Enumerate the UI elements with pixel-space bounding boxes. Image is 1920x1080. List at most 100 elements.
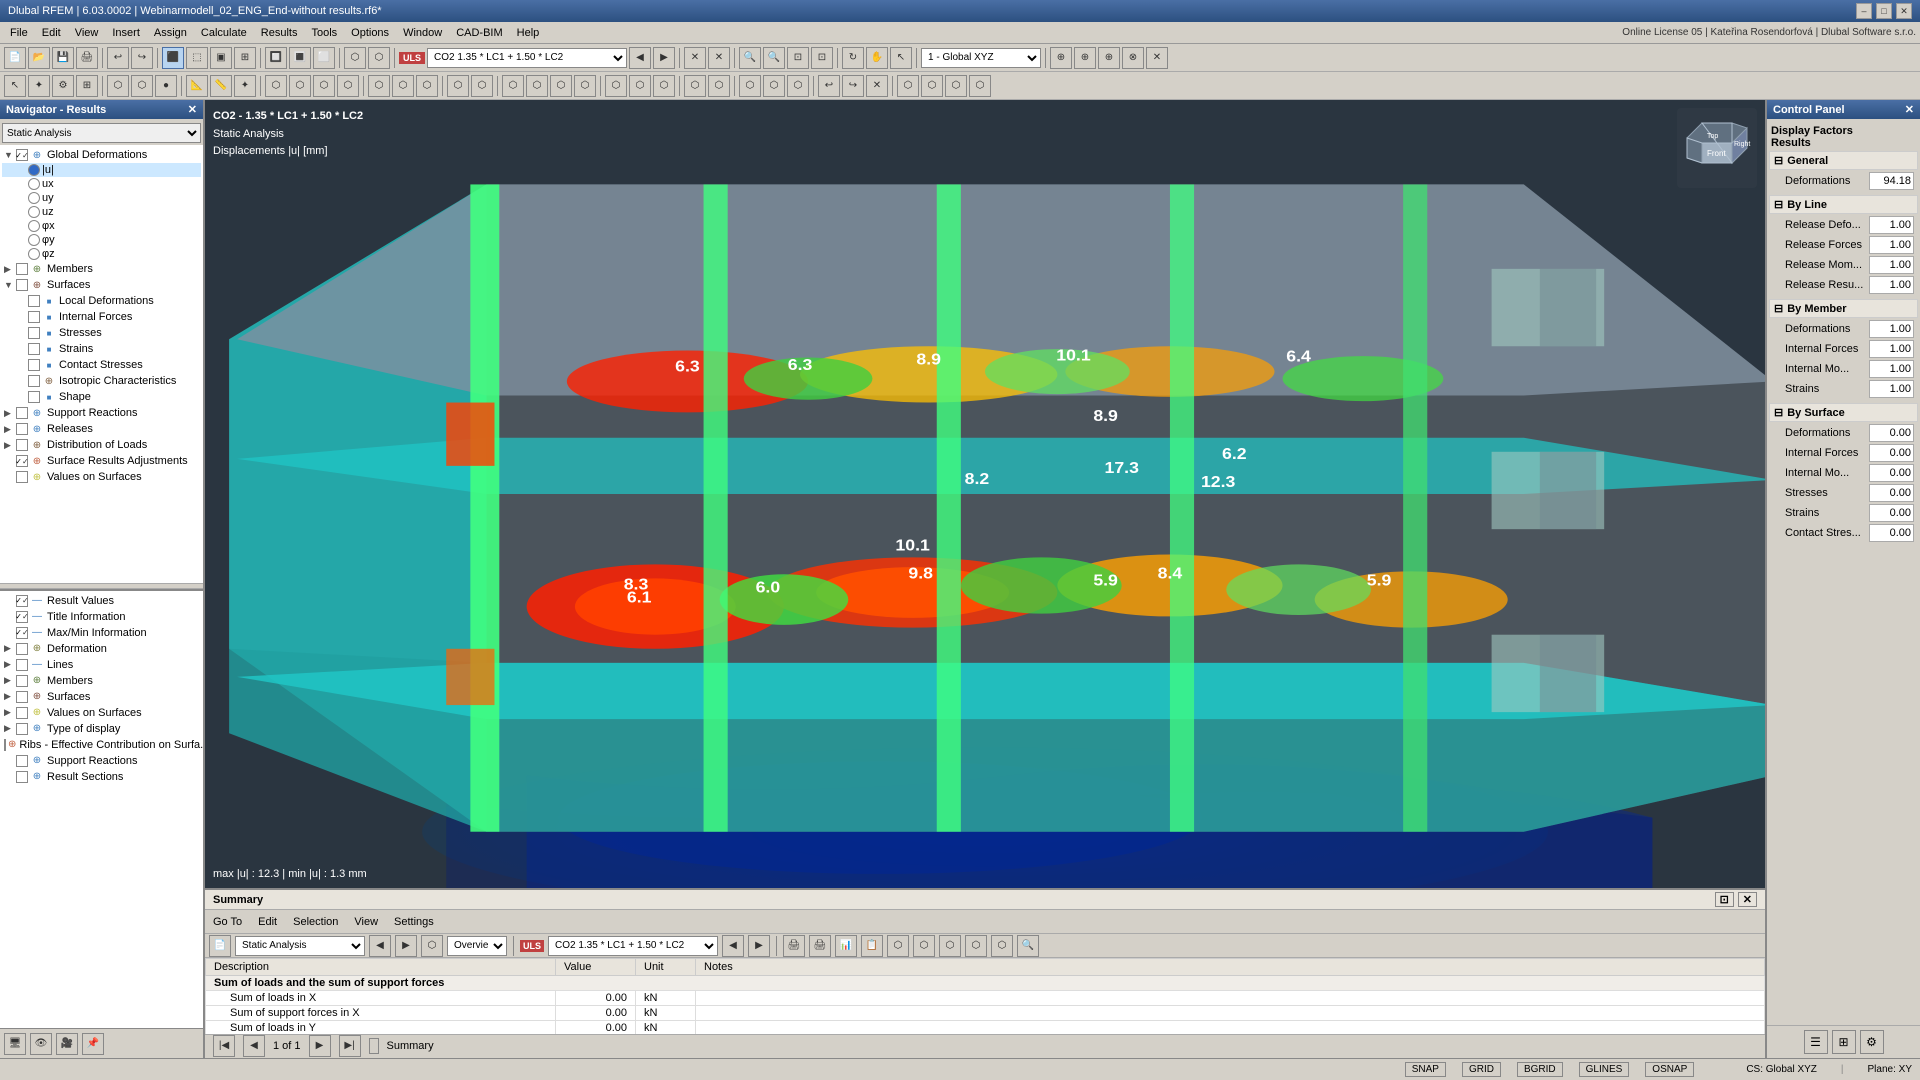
- navigator-close[interactable]: ✕: [188, 103, 197, 116]
- cp-member-strains-input[interactable]: [1869, 380, 1914, 398]
- tree-internal-forces[interactable]: Internal Forces: [2, 309, 201, 325]
- tb-zoom-fit[interactable]: ⊡: [787, 47, 809, 69]
- cb-members[interactable]: [16, 263, 28, 275]
- sum-next-btn[interactable]: ▶: [395, 935, 417, 957]
- tb-extra4[interactable]: ⊗: [1122, 47, 1144, 69]
- tb-view2[interactable]: ⬚: [186, 47, 208, 69]
- sum-analysis-combo[interactable]: Static Analysis: [235, 936, 365, 956]
- tb2-17[interactable]: ⬡: [416, 75, 438, 97]
- tree-uz[interactable]: uz: [2, 205, 201, 219]
- tb2-12[interactable]: ⬡: [289, 75, 311, 97]
- sum-lc-combo[interactable]: CO2 1.35 * LC1 + 1.50 * LC2: [548, 936, 718, 956]
- tb2-32[interactable]: ↩: [818, 75, 840, 97]
- cp-surf-contact-input[interactable]: [1869, 524, 1914, 542]
- osnap-btn[interactable]: OSNAP: [1645, 1062, 1694, 1077]
- footer-first[interactable]: |◀: [213, 1035, 235, 1057]
- tb-extra1[interactable]: ⊕: [1050, 47, 1072, 69]
- tb2-9[interactable]: 📏: [210, 75, 232, 97]
- tree-uy[interactable]: uy: [2, 191, 201, 205]
- cp-release-defo-input[interactable]: [1869, 216, 1914, 234]
- cb-result-values[interactable]: ✓: [16, 595, 28, 607]
- tree-title-info[interactable]: ✓ — Title Information: [2, 609, 201, 625]
- tb2-18[interactable]: ⬡: [447, 75, 469, 97]
- cb-deformation[interactable]: [16, 643, 28, 655]
- tb2-29[interactable]: ⬡: [739, 75, 761, 97]
- tb-select[interactable]: ↖: [890, 47, 912, 69]
- tree-phiz[interactable]: φz: [2, 247, 201, 261]
- cp-release-resu-input[interactable]: [1869, 276, 1914, 294]
- cp-surf-defo-input[interactable]: [1869, 424, 1914, 442]
- titlebar-controls[interactable]: – □ ✕: [1856, 3, 1912, 19]
- cb-lines[interactable]: [16, 659, 28, 671]
- tree-values-surfaces[interactable]: ⊕ Values on Surfaces: [2, 469, 201, 485]
- tb2-22[interactable]: ⬡: [550, 75, 572, 97]
- footer-prev[interactable]: ◀: [243, 1035, 265, 1057]
- close-button[interactable]: ✕: [1896, 3, 1912, 19]
- cb-surfaces[interactable]: [16, 279, 28, 291]
- cb-ribs[interactable]: [4, 739, 6, 751]
- cb-surface-results[interactable]: ✓: [16, 455, 28, 467]
- cb-releases[interactable]: [16, 423, 28, 435]
- tb2-33[interactable]: ↪: [842, 75, 864, 97]
- tree-shape[interactable]: Shape: [2, 389, 201, 405]
- cb-local-def[interactable]: [28, 295, 40, 307]
- menu-assign[interactable]: Assign: [148, 25, 193, 41]
- tb2-11[interactable]: ⬡: [265, 75, 287, 97]
- tb2-37[interactable]: ⬡: [945, 75, 967, 97]
- cp-release-forces-input[interactable]: [1869, 236, 1914, 254]
- footer-next[interactable]: ▶: [309, 1035, 331, 1057]
- cp-release-mom-input[interactable]: [1869, 256, 1914, 274]
- tb2-30[interactable]: ⬡: [763, 75, 785, 97]
- sum-overview-icon[interactable]: ⬡: [421, 935, 443, 957]
- tree-values-surfaces-b[interactable]: ▶ ⊕ Values on Surfaces: [2, 705, 201, 721]
- tree-result-sections[interactable]: ⊕ Result Sections: [2, 769, 201, 785]
- tb2-31[interactable]: ⬡: [787, 75, 809, 97]
- cb-maxmin-info[interactable]: ✓: [16, 627, 28, 639]
- tb-lc-delete[interactable]: ✕: [708, 47, 730, 69]
- tb2-21[interactable]: ⬡: [526, 75, 548, 97]
- tb-print[interactable]: 🖨: [76, 47, 98, 69]
- tb-lc-manage[interactable]: ✕: [684, 47, 706, 69]
- tb-pan[interactable]: ✋: [866, 47, 888, 69]
- cb-contact-stresses[interactable]: [28, 359, 40, 371]
- cp-grid-btn[interactable]: ⊞: [1832, 1030, 1856, 1054]
- tb-undo[interactable]: ↩: [107, 47, 129, 69]
- tb2-35[interactable]: ⬡: [897, 75, 919, 97]
- tree-strains[interactable]: Strains: [2, 341, 201, 357]
- sum-export2[interactable]: 📋: [861, 935, 883, 957]
- tree-lines[interactable]: ▶ — Lines: [2, 657, 201, 673]
- tb2-13[interactable]: ⬡: [313, 75, 335, 97]
- radio-uy[interactable]: [28, 192, 40, 204]
- sum-print1[interactable]: 🖨: [783, 935, 805, 957]
- sum-settings[interactable]: Settings: [390, 915, 438, 929]
- cb-type-display[interactable]: [16, 723, 28, 735]
- menu-calculate[interactable]: Calculate: [195, 25, 253, 41]
- sum-lc-prev[interactable]: ◀: [722, 935, 744, 957]
- viewport[interactable]: CO2 - 1.35 * LC1 + 1.50 * LC2 Static Ana…: [205, 100, 1765, 888]
- sum-lc-next[interactable]: ▶: [748, 935, 770, 957]
- tb2-34[interactable]: ✕: [866, 75, 888, 97]
- tb2-36[interactable]: ⬡: [921, 75, 943, 97]
- tb2-28[interactable]: ⬡: [708, 75, 730, 97]
- nav-btn-3[interactable]: 🎥: [56, 1033, 78, 1055]
- sum-selection[interactable]: Selection: [289, 915, 342, 929]
- cp-member-int-forces-input[interactable]: [1869, 340, 1914, 358]
- tb2-15[interactable]: ⬡: [368, 75, 390, 97]
- sum-view[interactable]: View: [350, 915, 382, 929]
- radio-uz[interactable]: [28, 206, 40, 218]
- loadcase-combo[interactable]: CO2 1.35 * LC1 + 1.50 * LC2: [427, 48, 627, 68]
- tb2-6[interactable]: ⬡: [131, 75, 153, 97]
- tb2-25[interactable]: ⬡: [629, 75, 651, 97]
- cb-members-b[interactable]: [16, 675, 28, 687]
- tb2-23[interactable]: ⬡: [574, 75, 596, 97]
- sum-prev-btn[interactable]: ◀: [369, 935, 391, 957]
- tb-save[interactable]: 💾: [52, 47, 74, 69]
- tb-zoom-in[interactable]: 🔍: [739, 47, 761, 69]
- bgrid-btn[interactable]: BGRID: [1517, 1062, 1563, 1077]
- tree-ribs[interactable]: ⊕ Ribs - Effective Contribution on Surfa…: [2, 737, 201, 753]
- tb-extra5[interactable]: ✕: [1146, 47, 1168, 69]
- tb2-2[interactable]: ✦: [28, 75, 50, 97]
- tb2-27[interactable]: ⬡: [684, 75, 706, 97]
- tb2-14[interactable]: ⬡: [337, 75, 359, 97]
- summary-float-btn[interactable]: ⊡: [1715, 892, 1734, 907]
